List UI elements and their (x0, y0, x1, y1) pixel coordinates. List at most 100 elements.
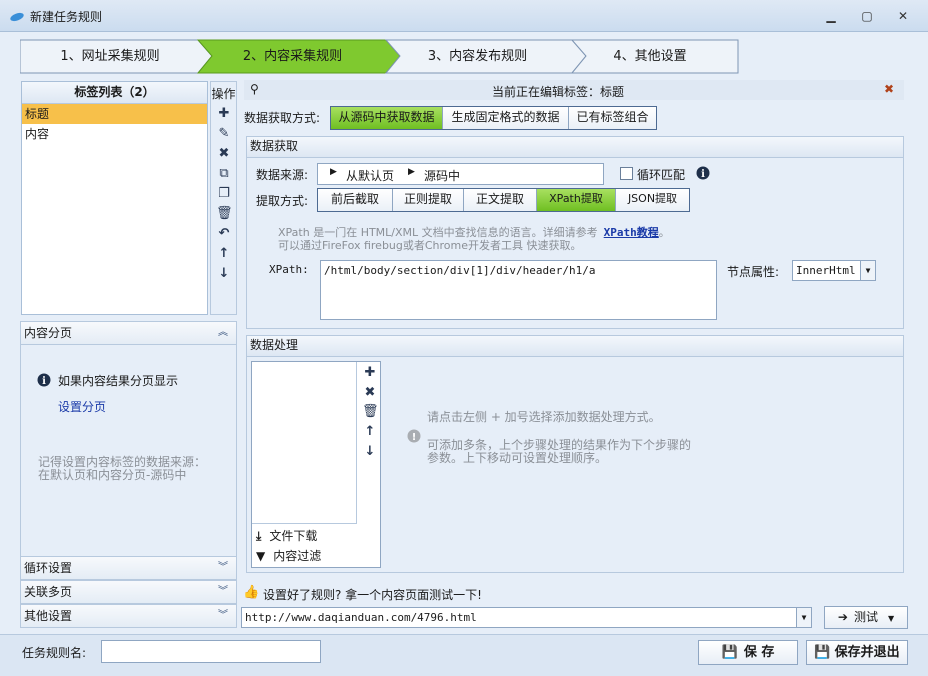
move-down-icon[interactable]: ↓ (362, 444, 378, 460)
data-mode-label: 数据获取方式: (244, 111, 321, 125)
test-button[interactable]: ➔ 测试 ▼ (824, 606, 908, 629)
mode-tag-combo[interactable]: 已有标签组合 (569, 107, 656, 129)
set-pagination-link[interactable]: 设置分页 (58, 398, 106, 415)
processing-item-download[interactable]: ⤓ 文件下载 (256, 527, 317, 546)
info-icon: i (37, 373, 51, 387)
close-icon[interactable]: ✕ (894, 8, 912, 24)
save-label: 保 存 (743, 645, 775, 660)
collapse-icon: ︽ (218, 327, 228, 338)
test-url-input[interactable]: http://www.daqianduan.com/4796.html ▼ (241, 607, 812, 628)
trash-icon[interactable]: 🗑 (216, 206, 233, 222)
pagination-note-2: 在默认页和内容分页-源码中 (38, 468, 187, 482)
processing-item-filter[interactable]: ▼ 内容过滤 (256, 547, 321, 566)
step-publish-rules[interactable]: 3、内容发布规则 (390, 40, 565, 73)
pagination-title: 内容分页 (24, 326, 73, 340)
save-exit-button[interactable]: 💾 保存并退出 (806, 640, 908, 665)
node-attr-value: InnerHtml (796, 264, 856, 277)
mode-fixed-format[interactable]: 生成固定格式的数据 (443, 107, 569, 129)
node-attr-select[interactable]: InnerHtml ▼ (792, 260, 876, 281)
editing-label: 当前正在编辑标签：标题 (492, 85, 625, 99)
enter-icon: ➔ (837, 610, 848, 624)
save-icon: 💾 (814, 645, 831, 660)
paste-icon[interactable]: ❐ (216, 186, 232, 202)
mode-source-code[interactable]: 从源码中获取数据 (331, 107, 443, 129)
svg-text:i: i (42, 376, 46, 387)
move-down-icon[interactable]: ↓ (216, 266, 232, 282)
tag-list-header: 标签列表（2） (22, 82, 207, 104)
data-mode-segment: 从源码中获取数据 生成固定格式的数据 已有标签组合 (330, 106, 657, 130)
thumbs-up-icon: 👍 (243, 585, 260, 600)
pagination-info: 如果内容结果分页显示 (58, 374, 179, 388)
linked-pages-header[interactable]: 关联多页 ︾ (20, 580, 237, 604)
task-name-input[interactable] (101, 640, 321, 663)
filter-label: 内容过滤 (273, 549, 322, 563)
expand-icon: ︾ (218, 562, 228, 573)
xpath-tutorial-link[interactable]: XPath教程 (604, 226, 659, 239)
extract-regex[interactable]: 正则提取 (393, 189, 464, 211)
trash-icon[interactable]: 🗑 (362, 404, 379, 420)
source-part-a: 从默认页 (346, 169, 395, 183)
pin-icon: ⚲ (250, 82, 259, 96)
processing-panel: 数据处理 ✚ ✖ 🗑 ↑ ↓ ⤓ 文件下载 ▼ 内容过滤 请点击左侧 + 加号选择添… (246, 335, 904, 573)
linked-pages-label: 关联多页 (24, 585, 73, 599)
acquire-title: 数据获取 (247, 137, 903, 158)
xpath-hint-1-end: 。 (658, 226, 670, 239)
step-other-settings[interactable]: 4、其他设置 (570, 40, 730, 73)
processing-hint-3: 参数。上下移动可设置处理顺序。 (427, 451, 608, 465)
title-bar: 新建任务规则 ▁ ▢ ✕ (0, 0, 928, 32)
extract-between[interactable]: 前后截取 (318, 189, 393, 211)
step-url-rules[interactable]: 1、网址采集规则 (20, 40, 200, 73)
add-icon[interactable]: ✚ (216, 106, 232, 122)
processing-title: 数据处理 (247, 336, 903, 357)
test-url-value: http://www.daqianduan.com/4796.html (245, 611, 477, 624)
info-icon[interactable]: i (696, 166, 710, 180)
xpath-input[interactable]: /html/body/section/div[1]/div/header/h1/… (320, 260, 717, 320)
edit-icon[interactable]: ✎ (216, 126, 232, 142)
extract-xpath[interactable]: XPath提取 (537, 189, 616, 211)
download-label: 文件下载 (269, 529, 318, 543)
save-exit-label: 保存并退出 (834, 645, 900, 660)
arrow-right-icon: ▶ (408, 167, 415, 177)
extract-json[interactable]: JSON提取 (616, 189, 689, 211)
undo-icon[interactable]: ↶ (216, 226, 232, 242)
save-button[interactable]: 💾 保 存 (698, 640, 798, 665)
processing-hint-1: 请点击左侧 + 加号选择添加数据处理方式。 (427, 410, 661, 424)
app-logo-icon (10, 12, 24, 22)
tag-item-title[interactable]: 标题 (22, 104, 207, 124)
move-up-icon[interactable]: ↑ (362, 424, 378, 440)
svg-text:i: i (701, 169, 705, 180)
arrow-right-icon: ▶ (330, 167, 337, 177)
chevron-down-icon[interactable]: ▼ (796, 608, 811, 627)
test-button-label: 测试 (853, 610, 878, 624)
ops-label: 操作 (211, 87, 236, 101)
chevron-down-icon: ▼ (887, 614, 895, 623)
node-attr-label: 节点属性: (727, 265, 780, 279)
move-up-icon[interactable]: ↑ (216, 246, 232, 262)
source-path[interactable]: ▶ 从默认页 ▶ 源码中 (317, 163, 604, 185)
other-settings-header[interactable]: 其他设置 ︾ (20, 604, 237, 628)
tag-item-content[interactable]: 内容 (22, 124, 207, 144)
loop-match-checkbox[interactable] (620, 167, 633, 180)
tag-ops-toolbar: 操作 ✚ ✎ ✖ ⧉ ❐ 🗑 ↶ ↑ ↓ (210, 81, 237, 315)
acquire-panel: 数据获取 数据来源: ▶ 从默认页 ▶ 源码中 循环匹配 i 提取方式: 前后截… (246, 136, 904, 329)
loop-settings-header[interactable]: 循环设置 ︾ (20, 556, 237, 580)
chevron-down-icon[interactable]: ▼ (860, 261, 875, 280)
xpath-label: XPath: (269, 263, 309, 276)
step-content-rules[interactable]: 2、内容采集规则 (205, 40, 380, 73)
extract-body[interactable]: 正文提取 (464, 189, 537, 211)
source-part-b: 源码中 (424, 169, 461, 183)
pagination-header[interactable]: 内容分页 ︽ (20, 321, 237, 345)
close-editing-icon[interactable]: ✖ (884, 82, 894, 96)
source-label: 数据来源: (256, 168, 309, 182)
processing-steps (252, 362, 357, 524)
extract-segment: 前后截取 正则提取 正文提取 XPath提取 JSON提取 (317, 188, 690, 212)
minimize-icon[interactable]: ▁ (822, 8, 840, 24)
delete-icon[interactable]: ✖ (216, 146, 232, 162)
task-name-label: 任务规则名: (22, 646, 87, 660)
maximize-icon[interactable]: ▢ (858, 8, 876, 24)
add-icon[interactable]: ✚ (362, 365, 378, 381)
expand-icon: ︾ (218, 586, 228, 597)
copy-icon[interactable]: ⧉ (216, 166, 232, 182)
delete-icon[interactable]: ✖ (362, 385, 378, 401)
window-title: 新建任务规则 (30, 10, 103, 24)
